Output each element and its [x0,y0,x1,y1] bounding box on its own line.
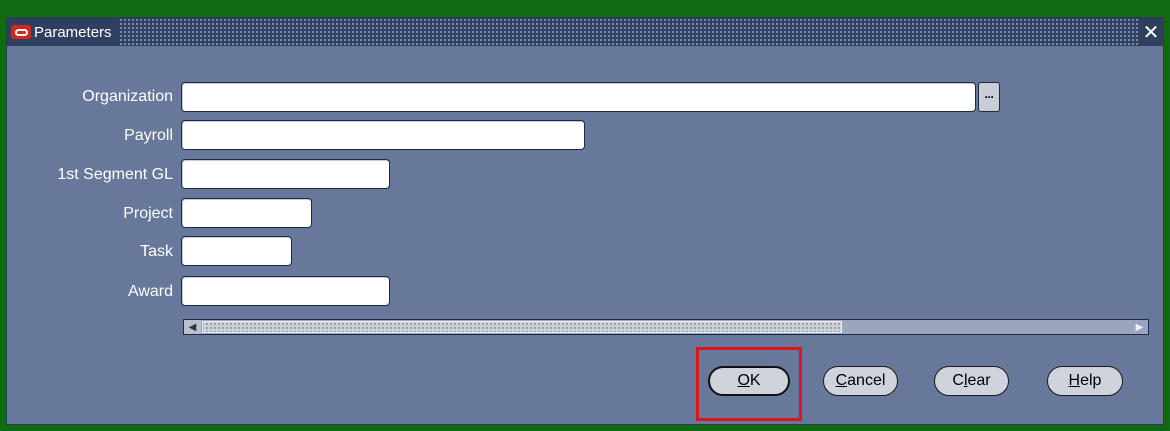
list-of-values-icon[interactable]: ··· [978,82,1000,112]
scroll-right-icon[interactable]: ▶ [1131,320,1148,334]
window-title: Parameters [34,23,112,41]
ok-label-post: K [749,372,761,389]
clear-button[interactable]: Cl ear [934,366,1009,396]
award-label: Award [127,283,173,300]
help-button[interactable]: Help [1047,366,1123,396]
task-field[interactable] [181,236,292,266]
horizontal-scrollbar[interactable]: ◀ ▶ [183,319,1149,335]
ok-mnemonic: O [737,372,750,389]
task-label: Task [140,243,173,260]
help-mnemonic: H [1068,372,1081,389]
organization-field[interactable] [181,82,976,112]
first-segment-gl-label: 1st Segment GL [57,166,173,183]
help-label-post: elp [1080,372,1102,389]
payroll-field[interactable] [181,120,585,150]
oracle-logo-icon [11,25,31,39]
scroll-left-icon[interactable]: ◀ [184,320,201,334]
project-field[interactable] [181,198,312,228]
cancel-label-post: ancel [847,372,886,389]
ok-button[interactable]: OK [708,366,790,396]
scrollbar-thumb[interactable] [202,321,842,333]
payroll-label: Payroll [124,127,173,144]
first-segment-gl-field[interactable] [181,159,390,189]
close-icon[interactable]: ✕ [1139,18,1163,46]
award-field[interactable] [181,276,390,306]
title-bar[interactable]: Parameters ✕ [7,18,1163,46]
parameters-window: Parameters ✕ Organization ··· Payroll 1s… [6,17,1164,425]
organization-label: Organization [82,88,173,105]
project-label: Project [123,205,173,222]
clear-label-pre: C [952,372,964,389]
cancel-button[interactable]: Cancel [823,366,898,396]
title-area: Parameters [7,18,118,46]
clear-label-post: ear [967,372,991,389]
cancel-mnemonic: C [835,372,848,389]
